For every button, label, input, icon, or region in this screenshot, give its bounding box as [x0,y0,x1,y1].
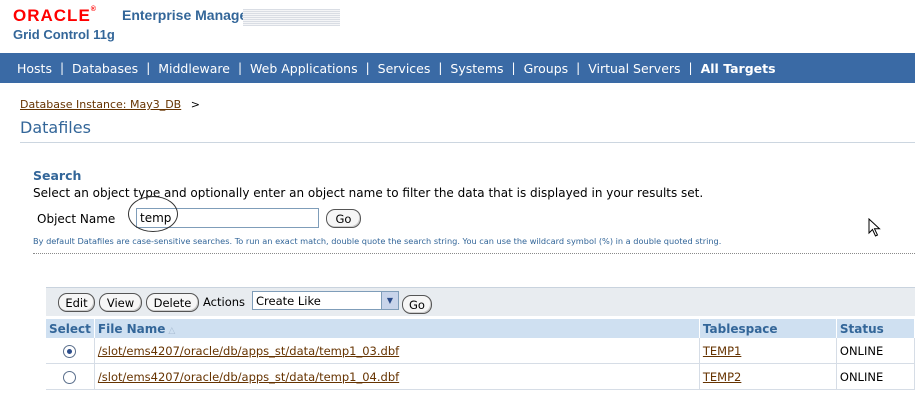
product-subtitle: Grid Control 11g [13,27,115,42]
select-cell [46,338,95,364]
nav-separator: | [438,61,443,75]
view-button[interactable]: View [99,293,142,312]
nav-hosts[interactable]: Hosts [17,61,52,76]
product-name: Enterprise Manager [122,7,253,23]
search-divider [33,253,915,254]
row-radio-button[interactable] [63,370,77,384]
nav-all-targets[interactable]: All Targets [701,61,776,76]
page-title: Datafiles [20,118,91,137]
file-name-link[interactable]: /slot/ems4207/oracle/db/apps_st/data/tem… [98,370,399,384]
actions-go-button[interactable]: Go [402,295,432,314]
nav-databases[interactable]: Databases [72,61,138,76]
column-header-file-name[interactable]: File Name △ [94,319,700,338]
object-name-label: Object Name [37,212,116,226]
breadcrumb-database-instance-link[interactable]: Database Instance: May3_DB [20,98,181,111]
tablespace-cell: TEMP1 [699,338,837,364]
tablespace-link[interactable]: TEMP2 [703,370,741,384]
nav-separator: | [576,61,581,75]
sort-indicator-icon: △ [168,325,176,336]
object-name-input[interactable] [136,208,319,228]
nav-virtual-servers[interactable]: Virtual Servers [588,61,680,76]
mouse-cursor-icon [868,218,881,237]
nav-systems[interactable]: Systems [450,61,503,76]
column-header-tablespace[interactable]: Tablespace [699,319,837,338]
nav-separator: | [688,61,693,75]
actions-select-value: Create Like [256,293,321,308]
title-divider [20,142,915,143]
file-name-link[interactable]: /slot/ems4207/oracle/db/apps_st/data/tem… [98,344,399,358]
column-header-status[interactable]: Status [836,319,915,338]
table-header-row: Select File Name △ Tablespace Status [46,319,915,338]
search-description: Select an object type and optionally ent… [33,186,704,200]
status-cell: ONLINE [836,363,915,390]
actions-select[interactable]: Create Like ▼ [252,291,399,310]
nav-groups[interactable]: Groups [524,61,569,76]
header-decoration [243,9,340,26]
table-row: /slot/ems4207/oracle/db/apps_st/data/tem… [46,338,915,364]
file-name-cell: /slot/ems4207/oracle/db/apps_st/data/tem… [94,338,700,364]
targets-navbar: Hosts | Databases | Middleware | Web App… [0,53,915,83]
search-go-button[interactable]: Go [326,209,361,228]
nav-separator: | [365,61,370,75]
nav-separator: | [237,61,243,75]
tablespace-link[interactable]: TEMP1 [703,344,741,358]
nav-web-applications[interactable]: Web Applications [250,61,358,76]
status-cell: ONLINE [836,338,915,364]
select-cell [46,363,95,390]
nav-separator: | [59,61,65,75]
nav-services[interactable]: Services [378,61,431,76]
breadcrumb-separator: > [190,98,200,111]
app-header: ORACLE® Enterprise Manager Grid Control … [0,0,915,52]
nav-middleware[interactable]: Middleware [158,61,230,76]
nav-separator: | [511,61,516,75]
delete-button[interactable]: Delete [146,293,199,312]
file-name-cell: /slot/ems4207/oracle/db/apps_st/data/tem… [94,363,700,390]
row-radio-button[interactable] [63,344,77,358]
actions-label: Actions [203,295,246,309]
table-row: /slot/ems4207/oracle/db/apps_st/data/tem… [46,363,915,390]
edit-button[interactable]: Edit [58,293,95,312]
column-header-select: Select [46,319,95,338]
search-note: By default Datafiles are case-sensitive … [33,236,722,246]
chevron-down-icon[interactable]: ▼ [381,292,398,309]
nav-separator: | [146,61,151,75]
datafiles-table: Select File Name △ Tablespace Status /slo… [46,319,915,390]
file-name-header-label: File Name [97,321,166,336]
tablespace-cell: TEMP2 [699,363,837,390]
oracle-logo: ORACLE® [13,6,97,25]
search-heading: Search [33,168,82,183]
breadcrumb: Database Instance: May3_DB > [20,98,200,111]
